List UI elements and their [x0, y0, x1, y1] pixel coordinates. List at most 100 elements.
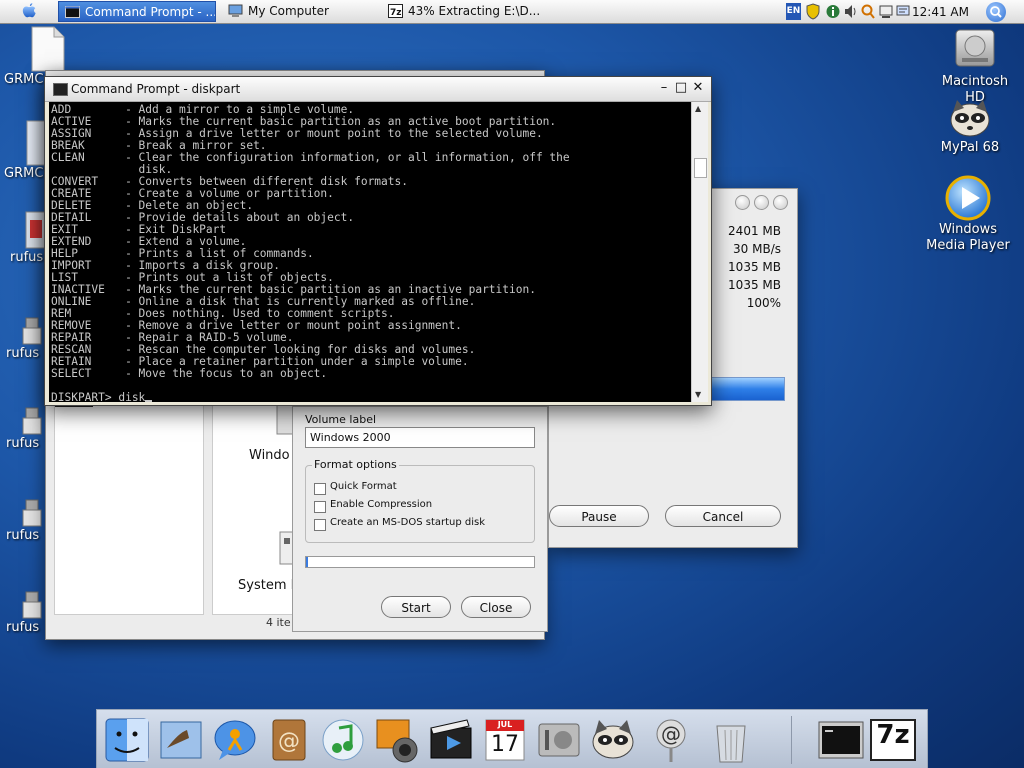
desktop-icon-label: rufus [6, 346, 40, 361]
volume-label-title: Volume label [305, 413, 377, 426]
finder-icon[interactable] [103, 716, 151, 764]
shield-icon[interactable] [806, 3, 820, 20]
menu-bar: Command Prompt - ... My Computer 7z 43% … [0, 0, 1024, 24]
extract-progress-bar [711, 377, 785, 401]
quick-format-checkbox[interactable] [314, 483, 326, 495]
ms-dos-startup-label: Create an MS-DOS startup disk [330, 517, 486, 528]
desktop-icon-rufus-3[interactable]: rufus [6, 406, 46, 452]
ical-day: 17 [491, 732, 519, 757]
desktop-icon-label: rufus [6, 620, 40, 635]
desktop-icon-rufus-2[interactable]: rufus [6, 316, 46, 362]
explorer-content-pane[interactable]: Windo System F [212, 401, 304, 615]
task-label: Command Prompt - ... [85, 5, 216, 19]
desktop-icon-windows-media-player[interactable]: Windows Media Player [918, 174, 1018, 254]
explorer-status-bar: 4 ite [266, 616, 291, 629]
iphoto-icon[interactable] [373, 716, 421, 764]
scroll-thumb[interactable] [694, 158, 707, 178]
document-icon [31, 26, 65, 72]
at-sign-icon[interactable]: @ [647, 716, 695, 764]
explorer-item-label[interactable]: System F [238, 578, 298, 593]
display-icon[interactable] [896, 3, 910, 20]
extract-speed: 30 MB/s [733, 242, 781, 256]
trash-icon[interactable] [707, 716, 755, 764]
svg-text:7z: 7z [390, 8, 402, 18]
scroll-up-icon[interactable]: ▲ [695, 104, 701, 113]
desktop-icon-rufus-5[interactable]: rufus [6, 590, 46, 636]
cmd-window-title: Command Prompt - diskpart [71, 82, 241, 96]
ical-month: JUL [497, 720, 513, 729]
desktop-icon-rufus-4[interactable]: rufus [6, 498, 46, 544]
media-player-icon [945, 175, 991, 221]
window-close-button[interactable] [735, 195, 750, 210]
start-button[interactable]: Start [381, 596, 451, 618]
task-command-prompt[interactable]: Command Prompt - ... [58, 1, 216, 22]
extract-ratio: 100% [746, 296, 781, 310]
svg-text:@: @ [278, 729, 300, 754]
extract-processed: 1035 MB [728, 260, 781, 274]
task-extracting[interactable]: 7z 43% Extracting E:\D... [382, 1, 542, 22]
enable-compression-checkbox[interactable] [314, 501, 326, 513]
pause-button[interactable]: Pause [549, 505, 649, 527]
task-label: 43% Extracting E:\D... [408, 4, 541, 18]
usb-drive-icon [22, 407, 42, 435]
usb-drive-icon [22, 591, 42, 619]
desktop-icon-label: rufus [6, 436, 40, 451]
maximize-icon[interactable]: □ [674, 81, 688, 95]
format-dialog[interactable]: Volume label Windows 2000 Format options… [292, 406, 548, 632]
format-options-title: Format options [312, 458, 399, 471]
desktop-icon-label: rufus [6, 528, 40, 543]
scroll-down-icon[interactable]: ▼ [695, 390, 701, 399]
explorer-item-label[interactable]: Windo [249, 448, 290, 463]
usb-drive-icon [22, 499, 42, 527]
cmd-title-bar[interactable]: Command Prompt - diskpart – □ ✕ [45, 77, 711, 102]
network-icon[interactable] [879, 3, 893, 20]
explorer-sidebar-pane[interactable] [54, 401, 204, 615]
ms-dos-startup-checkbox[interactable] [314, 519, 326, 531]
mail-icon[interactable] [157, 716, 205, 764]
language-indicator[interactable]: EN [786, 3, 801, 20]
window-zoom-button[interactable] [773, 195, 788, 210]
computer-icon [228, 4, 243, 17]
quick-format-label: Quick Format [330, 481, 397, 492]
volume-label-input[interactable]: Windows 2000 [305, 427, 535, 448]
7zip-label: 7z [876, 720, 910, 750]
format-options-group: Format options Quick Format Enable Compr… [305, 458, 535, 543]
task-my-computer[interactable]: My Computer [222, 1, 372, 22]
address-book-icon[interactable]: @ [265, 716, 313, 764]
close-button[interactable]: Close [461, 596, 531, 618]
raccoon-icon [950, 100, 990, 137]
mypal-icon[interactable] [589, 716, 637, 764]
close-icon[interactable]: ✕ [691, 81, 705, 95]
console-text: ADD - Add a mirror to a simple volume. A… [51, 103, 570, 402]
desktop-icon-macintosh-hd[interactable]: Macintosh HD [930, 26, 1020, 106]
dock-separator [791, 716, 792, 764]
itunes-icon[interactable] [319, 716, 367, 764]
dock: @ JUL 17 @ 7z [96, 709, 928, 768]
7zip-small-icon: 7z [388, 4, 403, 18]
imovie-icon[interactable] [427, 716, 475, 764]
console-cursor [145, 400, 153, 402]
apple-icon[interactable] [20, 2, 38, 21]
usb-drive-icon [22, 317, 42, 345]
info-icon[interactable] [826, 3, 840, 20]
ichat-icon[interactable] [211, 716, 259, 764]
console-scrollbar[interactable]: ▲ ▼ [691, 102, 708, 402]
cmd-window-icon [53, 83, 68, 96]
menubar-clock[interactable]: 12:41 AM [912, 0, 969, 24]
search-tray-icon[interactable] [861, 3, 875, 20]
window-minimize-button[interactable] [754, 195, 769, 210]
command-prompt-window[interactable]: Command Prompt - diskpart – □ ✕ ADD - Ad… [44, 76, 712, 406]
spotlight-icon[interactable] [986, 2, 1006, 22]
volume-icon[interactable] [843, 3, 857, 20]
console-output[interactable]: ADD - Add a mirror to a simple volume. A… [49, 102, 691, 402]
minimize-icon[interactable]: – [657, 81, 671, 95]
desktop-icon-mypal[interactable]: MyPal 68 [930, 96, 1010, 156]
desktop-icon-label: MyPal 68 [940, 140, 1000, 155]
extract-compressed: 1035 MB [728, 278, 781, 292]
terminal-icon[interactable] [817, 716, 865, 764]
svg-text:@: @ [661, 722, 681, 746]
desktop-icon-label: Windows Media Player [926, 222, 1010, 253]
system-preferences-icon[interactable] [535, 716, 583, 764]
cancel-button[interactable]: Cancel [665, 505, 781, 527]
format-progress-fill [306, 557, 308, 567]
